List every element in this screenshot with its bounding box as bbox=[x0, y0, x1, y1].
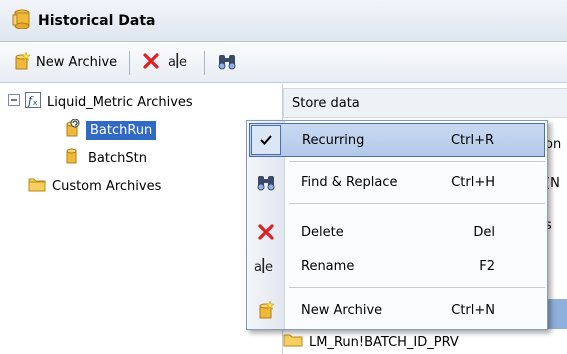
svg-text:a: a bbox=[168, 55, 176, 70]
collapse-minus-icon[interactable] bbox=[8, 94, 20, 110]
tag-folder-icon bbox=[283, 333, 303, 351]
menu-item-label: Rename bbox=[301, 258, 355, 274]
tree-item-label: BatchStn bbox=[88, 150, 147, 166]
menu-item-find-replace[interactable]: Find & Replace Ctrl+H bbox=[249, 165, 545, 199]
menu-item-shortcut: Ctrl+R bbox=[450, 132, 494, 148]
archive-tag-label: LM_Run!BATCH_ID_PRV bbox=[309, 334, 459, 350]
menu-item-label: New Archive bbox=[301, 302, 383, 318]
tree-root-label: Liquid_Metric Archives bbox=[47, 94, 193, 110]
menu-item-rename[interactable]: ae Rename F2 bbox=[249, 249, 545, 283]
menu-item-label: Recurring bbox=[302, 132, 365, 148]
toolbar-separator bbox=[204, 50, 206, 75]
formula-folder-icon: fx bbox=[25, 92, 41, 112]
new-archive-button[interactable]: New Archive bbox=[10, 49, 121, 77]
archive-db-icon bbox=[12, 9, 30, 33]
toolbar-separator bbox=[129, 50, 131, 75]
menu-separator bbox=[289, 161, 545, 162]
rename-icon: ae bbox=[249, 249, 283, 283]
tree-item-label: Custom Archives bbox=[52, 178, 162, 194]
svg-text:a: a bbox=[254, 260, 262, 275]
menu-item-label: Delete bbox=[301, 224, 344, 240]
tree-item-batchstn[interactable]: BatchStn bbox=[64, 146, 147, 170]
delete-x-icon bbox=[249, 215, 283, 249]
title-bar: Historical Data bbox=[0, 0, 567, 42]
tree-item-batchrun[interactable]: BatchRun bbox=[64, 118, 157, 142]
check-icon bbox=[251, 125, 281, 155]
store-data-label: Store data bbox=[292, 95, 360, 111]
archive-tag-item[interactable]: LM_Run!BATCH_ID_PRV bbox=[283, 330, 459, 354]
menu-item-delete[interactable]: Delete Del bbox=[249, 215, 545, 249]
toolbar: New Archive ae bbox=[0, 43, 567, 83]
binoculars-icon bbox=[249, 165, 283, 199]
selected-row-band bbox=[545, 299, 567, 329]
menu-separator bbox=[289, 287, 545, 288]
menu-item-recurring[interactable]: Recurring Ctrl+R bbox=[249, 123, 545, 157]
find-button[interactable] bbox=[213, 49, 241, 77]
archive-tree: fx Liquid_Metric Archives BatchRun Batch… bbox=[0, 84, 280, 354]
svg-text:x: x bbox=[33, 99, 37, 107]
menu-item-new-archive[interactable]: New Archive Ctrl+N bbox=[249, 293, 545, 327]
menu-item-shortcut: F2 bbox=[479, 258, 495, 274]
menu-separator bbox=[289, 203, 545, 204]
recurring-archive-icon bbox=[64, 118, 80, 141]
window-title: Historical Data bbox=[38, 12, 156, 29]
new-archive-icon bbox=[249, 293, 283, 327]
tree-item-custom-archives[interactable]: Custom Archives bbox=[28, 174, 161, 198]
folder-icon bbox=[28, 176, 46, 196]
menu-item-shortcut: Ctrl+H bbox=[451, 174, 495, 190]
svg-text:e: e bbox=[265, 260, 273, 275]
binoculars-icon bbox=[217, 52, 237, 74]
menu-item-shortcut: Del bbox=[473, 224, 495, 240]
new-archive-icon bbox=[14, 50, 31, 74]
tree-root-row[interactable]: fx Liquid_Metric Archives bbox=[8, 90, 193, 114]
menu-item-label: Find & Replace bbox=[301, 174, 398, 190]
new-archive-label: New Archive bbox=[36, 55, 118, 70]
menu-item-shortcut: Ctrl+N bbox=[451, 302, 495, 318]
delete-x-icon bbox=[142, 52, 160, 74]
delete-button[interactable] bbox=[138, 49, 164, 77]
store-data-header: Store data bbox=[283, 88, 567, 118]
rename-icon: ae bbox=[168, 51, 192, 75]
svg-text:e: e bbox=[179, 55, 187, 70]
rename-button[interactable]: ae bbox=[164, 49, 196, 77]
context-menu: Recurring Ctrl+R Find & Replace Ctrl+H D… bbox=[246, 120, 548, 330]
tree-item-label: BatchRun bbox=[86, 120, 157, 140]
archive-db-icon bbox=[64, 148, 78, 168]
